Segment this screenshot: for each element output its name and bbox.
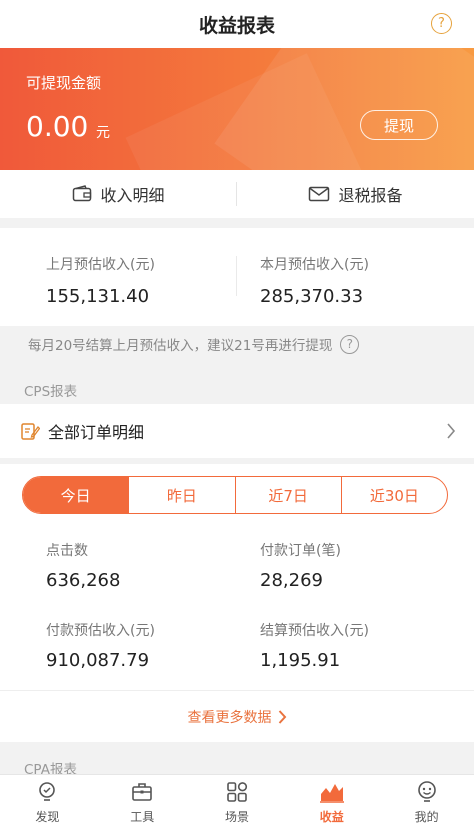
last-month-label: 上月预估收入(元): [46, 257, 155, 273]
wallet-icon: [73, 185, 92, 202]
settled-income-stat: 结算预估收入(元) 1,195.91: [260, 620, 369, 671]
cps-stats-card: 今日 昨日 近7日 近30日 点击数 636,268 付款订单(笔) 28,26…: [0, 464, 474, 690]
tab-yesterday[interactable]: 昨日: [128, 477, 234, 513]
help-icon[interactable]: ?: [431, 13, 452, 34]
chevron-right-icon: [278, 709, 286, 724]
chevron-right-icon: [447, 423, 456, 439]
clicks-value: 636,268: [46, 570, 121, 591]
view-more-link[interactable]: 查看更多数据: [0, 690, 474, 742]
paid-orders-value: 28,269: [260, 570, 323, 591]
settled-income-value: 1,195.91: [260, 650, 341, 671]
tabbar-scenes-label: 场景: [224, 810, 249, 824]
withdraw-button[interactable]: 提现: [360, 110, 438, 140]
period-tabs: 今日 昨日 近7日 近30日: [22, 476, 448, 514]
monthly-income-card: 上月预估收入(元) 155,131.40 本月预估收入(元) 285,370.3…: [0, 228, 474, 326]
view-more-label: 查看更多数据: [187, 709, 272, 726]
tabbar-tools[interactable]: 工具: [95, 775, 190, 830]
tabbar-discover[interactable]: 发现: [0, 775, 95, 830]
income-details-label: 收入明细: [100, 186, 165, 205]
notice-text: 每月20号结算上月预估收入，建议21号再进行提现: [28, 338, 333, 354]
bottom-tab-bar: 发现 工具 场景 收益 我的: [0, 774, 474, 830]
tabbar-mine-label: 我的: [414, 810, 439, 824]
balance-label: 可提现金额: [26, 74, 102, 92]
tabbar-tools-label: 工具: [130, 810, 155, 824]
all-orders-label: 全部订单明细: [48, 423, 145, 442]
tax-report-label: 退税报备: [338, 186, 403, 205]
settlement-notice: 每月20号结算上月预估收入，建议21号再进行提现 ?: [28, 334, 360, 354]
paid-income-stat: 付款预估收入(元) 910,087.79: [46, 620, 155, 671]
edit-document-icon: [21, 423, 40, 440]
paid-income-label: 付款预估收入(元): [46, 623, 155, 639]
cps-section-title: CPS报表: [24, 384, 78, 400]
tabbar-earnings-label: 收益: [319, 810, 344, 824]
balance-unit: 元: [96, 125, 110, 141]
grid-icon: [227, 782, 248, 802]
top-header: 收益报表 ?: [0, 0, 474, 48]
tabbar-scenes[interactable]: 场景: [190, 775, 285, 830]
question-icon[interactable]: ?: [340, 334, 360, 354]
tab-today[interactable]: 今日: [23, 477, 129, 513]
user-icon: [417, 781, 436, 802]
tabbar-earnings[interactable]: 收益: [284, 775, 379, 830]
this-month-value: 285,370.33: [260, 286, 364, 307]
tax-report-link[interactable]: 退税报备: [237, 170, 474, 218]
quick-links: 收入明细 退税报备: [0, 170, 474, 218]
divider: [236, 182, 237, 206]
divider: [236, 256, 237, 296]
last-month-value: 155,131.40: [46, 286, 150, 307]
settled-income-label: 结算预估收入(元): [260, 623, 369, 639]
this-month-income: 本月预估收入(元) 285,370.33: [260, 254, 369, 307]
tabbar-discover-label: 发现: [35, 810, 60, 824]
paid-orders-stat: 付款订单(笔) 28,269: [260, 540, 341, 591]
clicks-label: 点击数: [46, 543, 88, 559]
this-month-label: 本月预估收入(元): [260, 257, 369, 273]
last-month-income: 上月预估收入(元) 155,131.40: [46, 254, 155, 307]
tab-last-30-days[interactable]: 近30日: [340, 477, 447, 513]
balance-banner: 可提现金额 0.00 元 提现: [0, 48, 474, 170]
tabbar-mine[interactable]: 我的: [379, 775, 474, 830]
page-title: 收益报表: [198, 14, 275, 37]
all-orders-row[interactable]: 全部订单明细: [0, 404, 474, 458]
toolbox-icon: [132, 783, 152, 801]
paid-orders-label: 付款订单(笔): [260, 543, 341, 559]
envelope-icon: [309, 186, 330, 202]
clicks-stat: 点击数 636,268: [46, 540, 120, 591]
income-details-link[interactable]: 收入明细: [0, 170, 237, 218]
chart-icon: [319, 784, 344, 803]
bulb-icon: [39, 782, 56, 801]
balance-amount: 0.00: [26, 110, 89, 143]
paid-income-value: 910,087.79: [46, 650, 150, 671]
tab-last-7-days[interactable]: 近7日: [234, 477, 341, 513]
